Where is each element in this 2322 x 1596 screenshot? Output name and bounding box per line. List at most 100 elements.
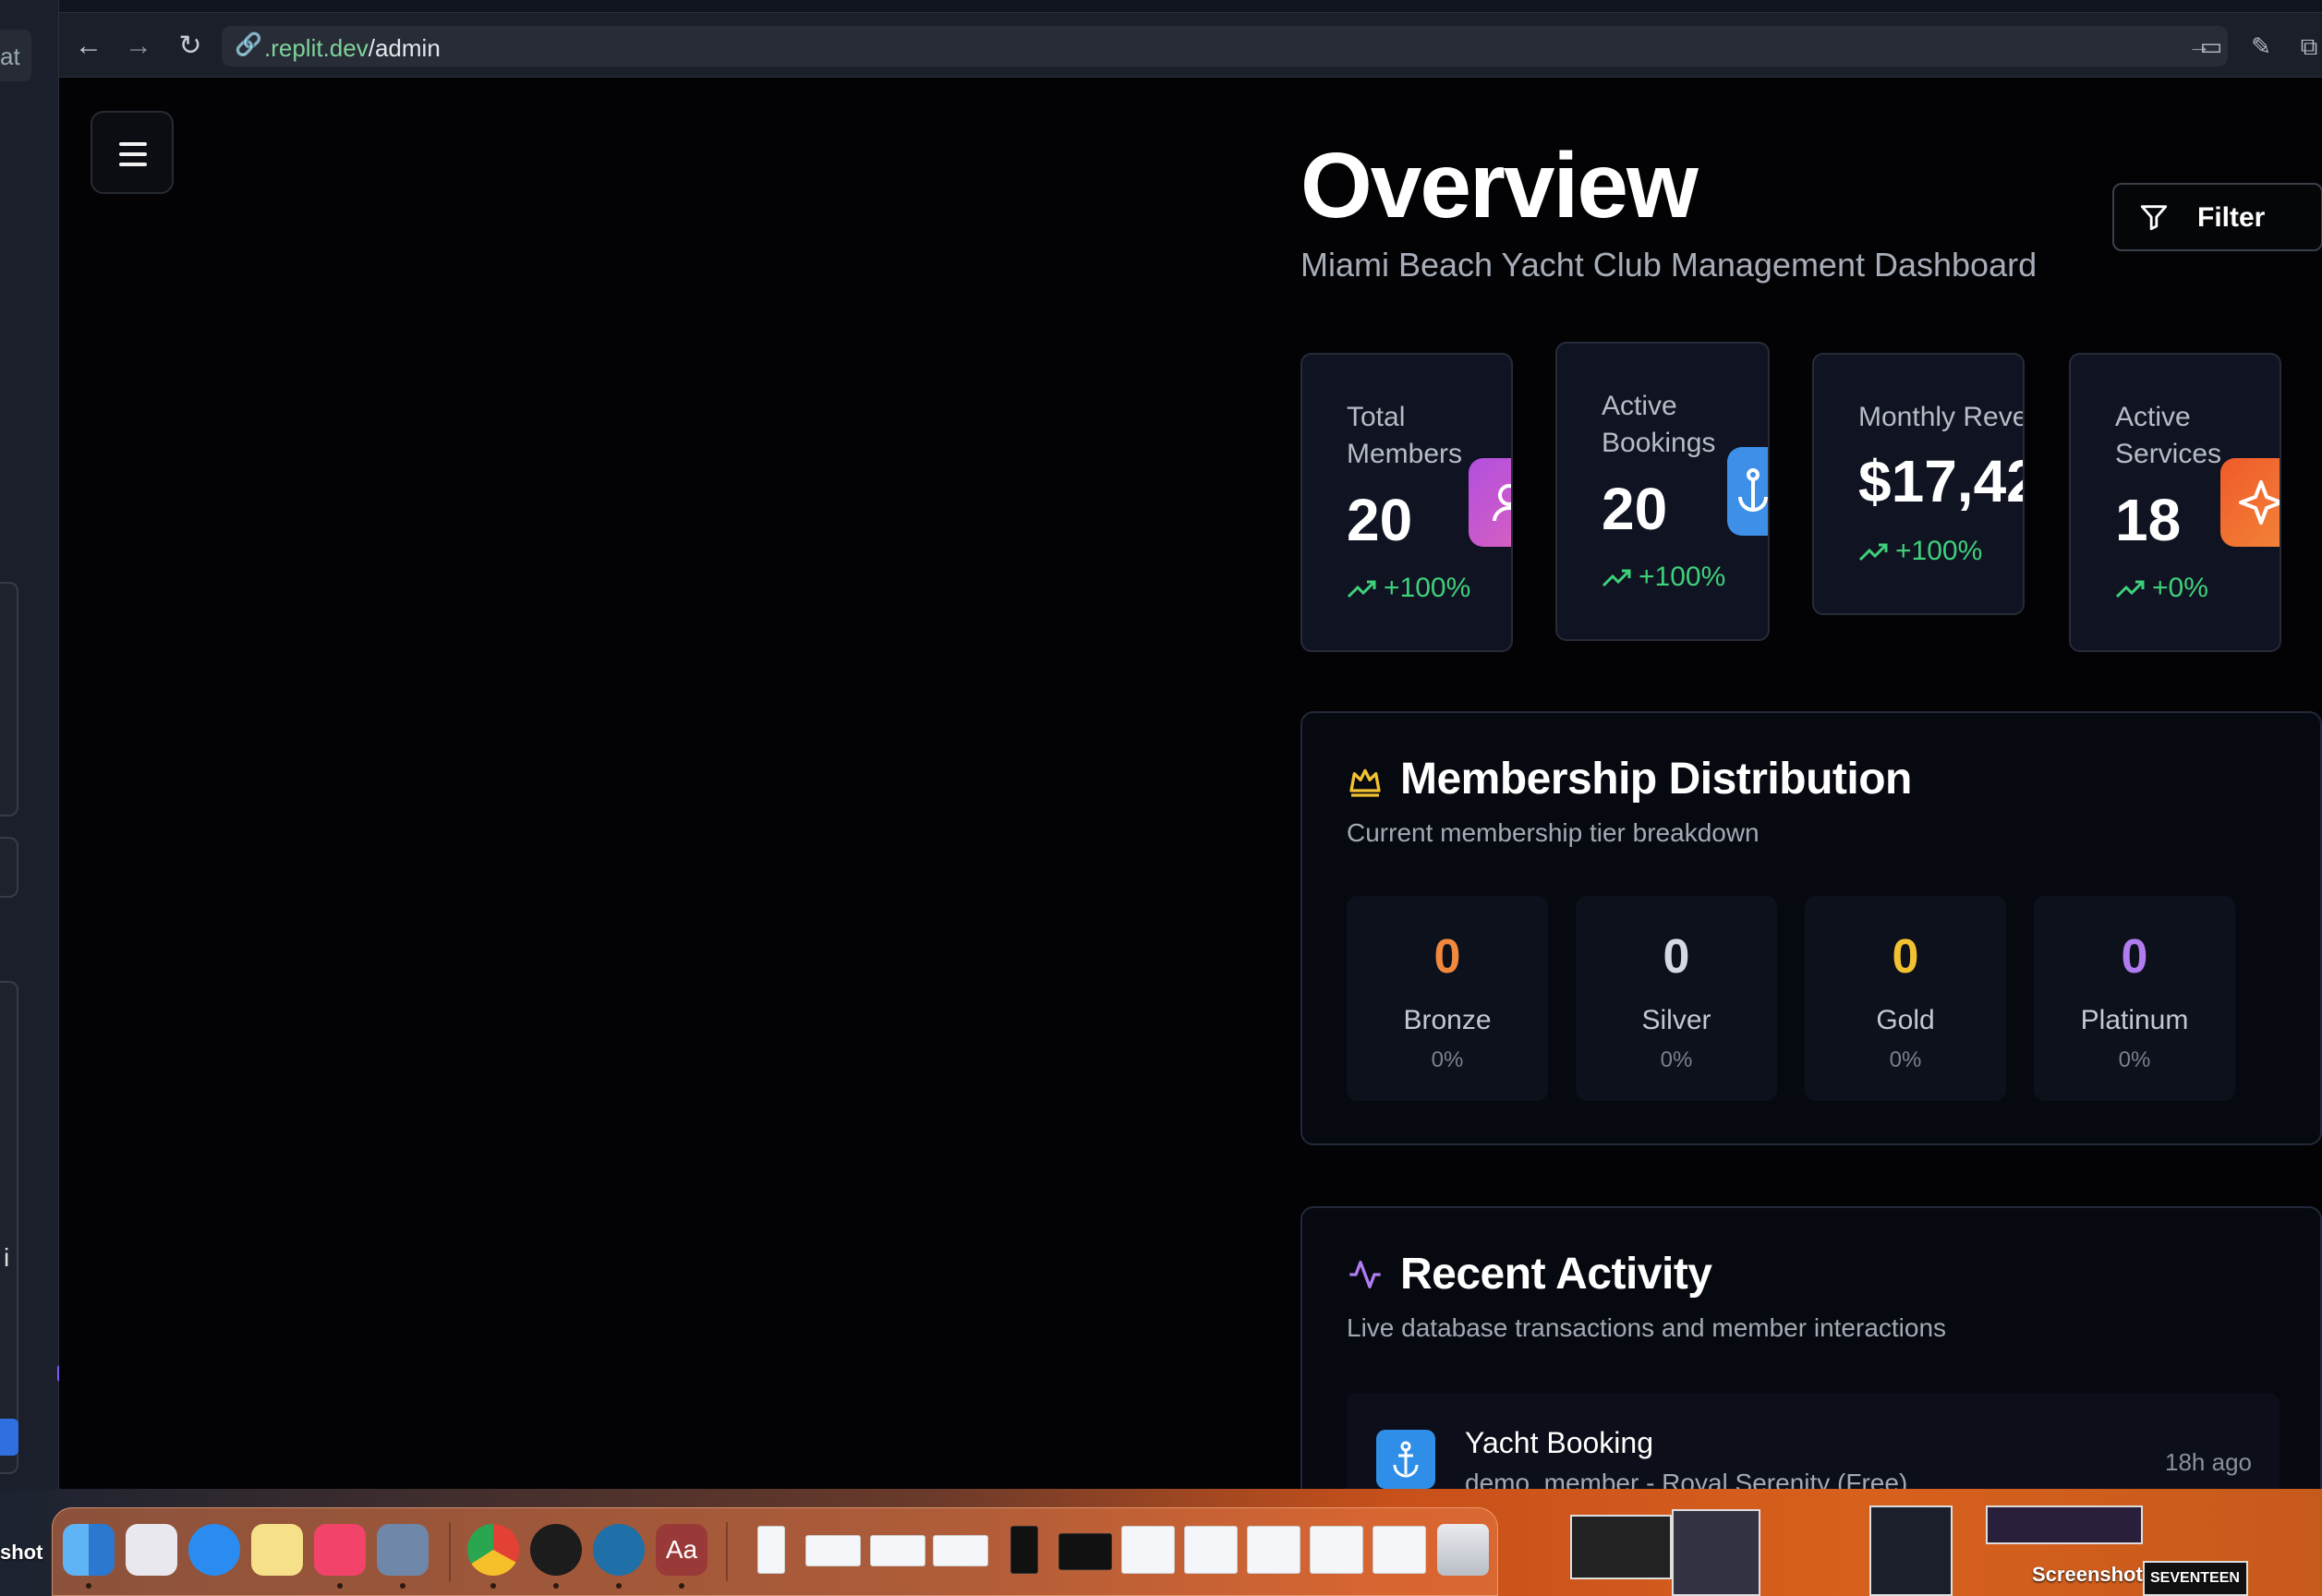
tab-strip (59, 0, 2322, 13)
browser-toolbar: ← → ↻ 🔗 .replit.dev/admin → ▭ ✎ 1 ⧉ (59, 13, 2322, 78)
activity-item[interactable]: Yacht Booking demo_member - Royal Sereni… (1347, 1393, 2280, 1489)
activity-time: 18h ago (2165, 1448, 2252, 1476)
preview-icon[interactable] (377, 1524, 429, 1576)
card-subtitle: Live database transactions and member in… (1347, 1313, 1947, 1342)
running-indicator (553, 1583, 559, 1589)
trend-up-icon (2115, 580, 2145, 598)
activity-title: Yacht Booking (1465, 1426, 1653, 1459)
hamburger-icon (119, 152, 147, 156)
desktop-file-label[interactable]: SEVENTEEN (2150, 1570, 2240, 1587)
stat-value: 20 (1602, 476, 1668, 542)
dock-file-icon[interactable] (1058, 1533, 1112, 1570)
reload-icon[interactable]: ↻ (172, 28, 209, 65)
tier-count: 0 (1433, 930, 1461, 984)
tier-percent: 0% (1889, 1047, 1922, 1072)
hamburger-icon (119, 163, 147, 166)
stat-value: 18 (2115, 487, 2182, 553)
background-window-edge: at i (0, 0, 94, 1489)
running-indicator (679, 1583, 684, 1589)
tier-count: 0 (1663, 930, 1690, 984)
stat-value: $17,42 (1858, 448, 2025, 514)
dock-file-icon[interactable] (870, 1535, 925, 1566)
background-tab[interactable]: at (0, 30, 31, 81)
tier-percent: 0% (1431, 1047, 1464, 1072)
dock-file-icon[interactable] (1310, 1526, 1363, 1574)
quicktime-icon[interactable] (593, 1524, 645, 1576)
anchor-icon (1727, 447, 1768, 536)
tier-name: Platinum (2080, 1005, 2189, 1035)
activity-description: demo_member - Royal Serenity (Free) (1465, 1469, 1908, 1489)
card-title: Membership Distribution (1400, 755, 1912, 804)
dock-file-icon[interactable] (805, 1535, 861, 1566)
finder-icon[interactable] (63, 1524, 115, 1576)
trend-up-icon (1602, 569, 1631, 587)
stat-change: +100% (1858, 536, 1982, 567)
launchpad-icon[interactable] (126, 1524, 177, 1576)
chrome-icon[interactable] (467, 1524, 519, 1576)
dock-file-icon[interactable] (1184, 1526, 1238, 1574)
menu-button[interactable] (91, 111, 174, 194)
tools-icon[interactable]: ✎ (2243, 28, 2280, 65)
dock-file-icon[interactable] (1247, 1526, 1300, 1574)
desktop-file-thumbnail[interactable] (1986, 1505, 2143, 1544)
hamburger-icon (119, 142, 147, 146)
page-subtitle: Miami Beach Yacht Club Management Dashbo… (1300, 246, 2038, 284)
crown-icon (1349, 768, 1381, 797)
music-icon[interactable] (314, 1524, 366, 1576)
running-indicator (490, 1583, 496, 1589)
running-indicator (400, 1583, 405, 1589)
back-icon[interactable]: ← (70, 28, 107, 65)
stat-change: +100% (1347, 573, 1470, 604)
running-indicator (616, 1583, 622, 1589)
activity-icon (1349, 1261, 1381, 1288)
background-panel (0, 582, 18, 816)
background-send-button[interactable] (0, 1419, 18, 1456)
desktop-file-thumbnail[interactable] (1869, 1505, 1953, 1596)
open-external-icon[interactable]: ⧉ (2291, 28, 2322, 65)
compass-app-icon[interactable] (530, 1524, 582, 1576)
notes-icon[interactable] (251, 1524, 303, 1576)
tier-percent: 0% (1660, 1047, 1693, 1072)
desktop-file-thumbnail[interactable] (1672, 1509, 1760, 1596)
stat-card-active-bookings[interactable]: Active Bookings 20 +100% (1555, 342, 1770, 641)
tier-name: Gold (1876, 1005, 1935, 1035)
dock-file-icon[interactable] (1373, 1526, 1426, 1574)
tier-name: Silver (1641, 1005, 1711, 1035)
tier-bronze: 0 Bronze 0% (1347, 896, 1548, 1101)
background-text: i (4, 1243, 10, 1272)
stat-label: Monthly Reve (1858, 402, 2025, 432)
page-title: Overview (1300, 134, 1699, 237)
stat-card-monthly-revenue[interactable]: Monthly Reve $17,42 +100% (1812, 353, 2025, 615)
admin-page: Overview Miami Beach Yacht Club Manageme… (59, 78, 2322, 1489)
desktop-file-label[interactable]: shot (0, 1541, 42, 1565)
desktop-file-thumbnail[interactable] (1570, 1515, 1672, 1579)
tier-silver: 0 Silver 0% (1576, 896, 1777, 1101)
forward-icon[interactable]: → (120, 28, 157, 65)
tier-percent: 0% (2118, 1047, 2151, 1072)
trash-icon[interactable] (1437, 1524, 1489, 1576)
card-title: Recent Activity (1400, 1250, 1712, 1299)
sparkle-icon (2220, 458, 2280, 547)
user-icon (1469, 458, 1511, 547)
filter-button[interactable]: Filter (2112, 183, 2322, 251)
membership-distribution-card: Membership Distribution Current membersh… (1300, 711, 2322, 1145)
safari-icon[interactable] (188, 1524, 240, 1576)
url-text: .replit.dev/admin (264, 34, 441, 62)
background-panel (0, 981, 18, 1474)
stat-value: 20 (1347, 487, 1413, 553)
dock-file-icon[interactable] (1121, 1526, 1175, 1574)
stat-card-active-services[interactable]: Active Services 18 +0% (2069, 353, 2281, 652)
stat-card-total-members[interactable]: Total Members 20 +100% (1300, 353, 1513, 652)
card-subtitle: Current membership tier breakdown (1347, 818, 1760, 847)
dictionary-icon[interactable]: Aa (656, 1524, 707, 1576)
running-indicator (337, 1583, 343, 1589)
tier-count: 0 (2121, 930, 2148, 984)
desktop-file-label[interactable]: Screenshot (2032, 1563, 2143, 1587)
dock-file-icon[interactable] (933, 1535, 988, 1566)
screen-icon[interactable]: ▭ (2193, 28, 2230, 65)
stat-change: +0% (2115, 573, 2208, 604)
dock-file-icon[interactable] (1010, 1526, 1038, 1574)
address-bar[interactable]: 🔗 .replit.dev/admin → (222, 26, 2228, 66)
dock-file-icon[interactable] (757, 1526, 785, 1574)
link-icon: 🔗 (235, 32, 262, 57)
